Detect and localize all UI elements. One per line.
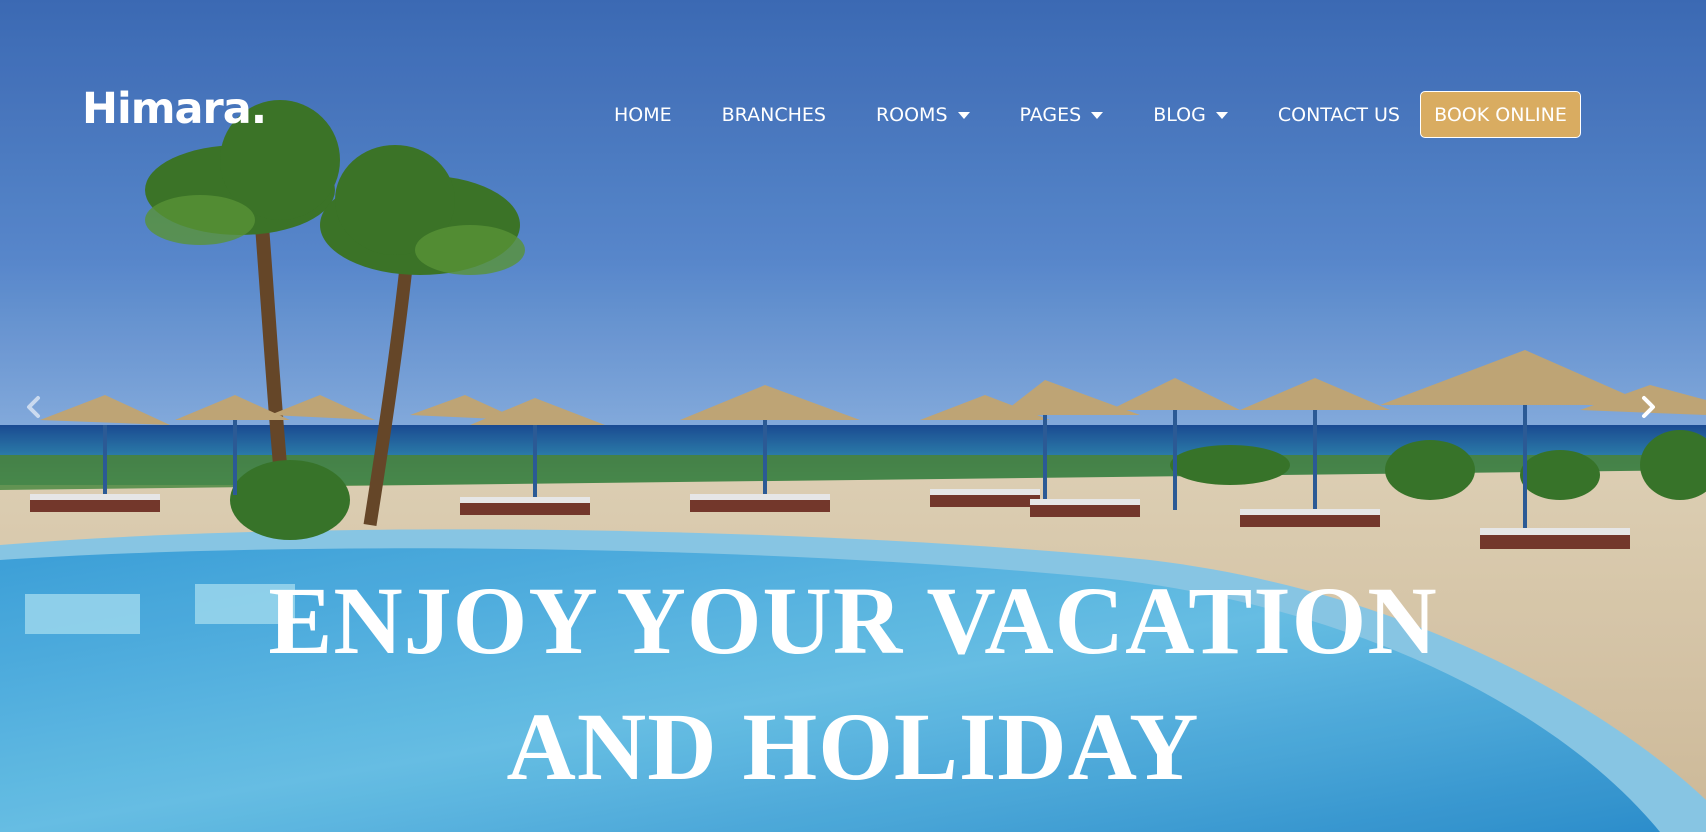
hero-headline: ENJOY YOUR VACATION AND HOLIDAY (0, 558, 1706, 810)
nav-item-blog-label: BLOG (1153, 104, 1206, 126)
nav-item-pages[interactable]: PAGES (1020, 104, 1104, 126)
slider-next-arrow[interactable] (1634, 393, 1662, 421)
slider-prev-arrow[interactable] (20, 393, 48, 421)
nav-item-branches[interactable]: BRANCHES (722, 104, 826, 126)
nav-item-pages-label: PAGES (1019, 104, 1082, 126)
hero-headline-line-2: AND HOLIDAY (506, 693, 1200, 800)
nav-item-contact-us-label: CONTACT US (1277, 104, 1400, 126)
nav-item-branches-label: BRANCHES (721, 104, 826, 126)
chevron-left-icon (27, 396, 40, 418)
hero-headline-line-1: ENJOY YOUR VACATION (268, 567, 1438, 674)
nav-item-home[interactable]: HOME (614, 104, 672, 126)
chevron-right-icon (1642, 396, 1655, 418)
nav-item-blog[interactable]: BLOG (1153, 104, 1228, 126)
nav-item-contact-us[interactable]: CONTACT US (1278, 104, 1400, 126)
hero-slider: Himara. HOME BRANCHES ROOMS PAGES BLOG C… (0, 0, 1706, 832)
site-logo[interactable]: Himara. (82, 88, 267, 131)
nav-item-home-label: HOME (614, 104, 672, 126)
book-online-button[interactable]: BOOK ONLINE (1420, 91, 1581, 138)
nav-item-rooms[interactable]: ROOMS (876, 104, 970, 126)
caret-down-icon (1215, 111, 1228, 119)
main-nav: HOME BRANCHES ROOMS PAGES BLOG CONTACT U… (600, 90, 1400, 140)
caret-down-icon (1091, 111, 1104, 119)
nav-item-rooms-label: ROOMS (875, 104, 948, 126)
caret-down-icon (957, 111, 970, 119)
